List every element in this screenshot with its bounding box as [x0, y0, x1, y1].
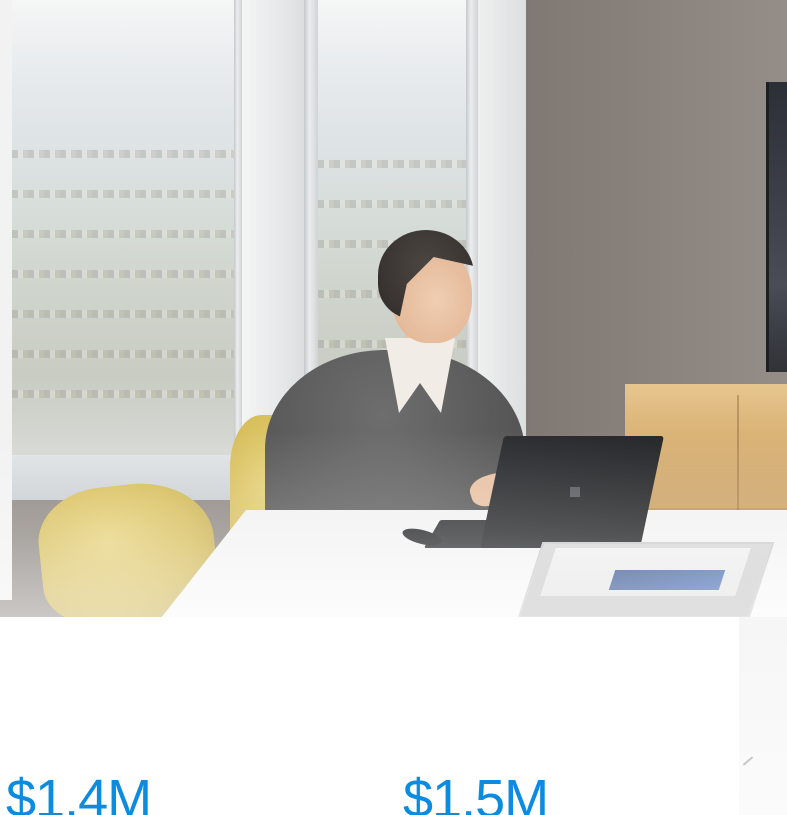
city-detail [12, 310, 234, 318]
city-detail [12, 190, 234, 198]
city-detail [318, 160, 466, 168]
tv-screen [766, 82, 787, 372]
city-detail [318, 200, 466, 208]
city-detail [12, 150, 234, 158]
city-detail [12, 270, 234, 278]
image-fade-overlay [0, 430, 787, 620]
city-detail [12, 230, 234, 238]
stat-value-second: $1.5M [403, 769, 549, 815]
window-pane-left [12, 0, 234, 470]
card-edge [739, 617, 787, 815]
page: $1.4M $1.5M [0, 0, 787, 815]
city-detail [12, 390, 234, 398]
stat-value-first: $1.4M [6, 769, 152, 815]
city-detail [12, 350, 234, 358]
